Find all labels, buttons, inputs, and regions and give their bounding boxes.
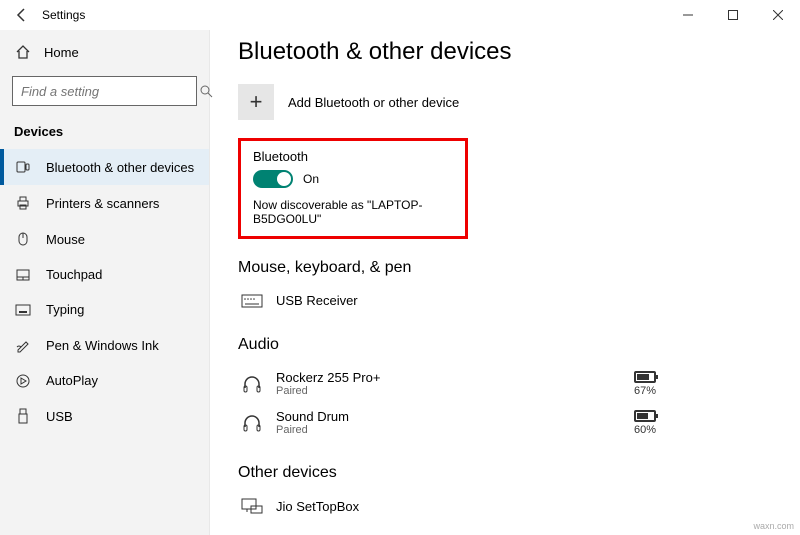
- maximize-button[interactable]: [710, 0, 755, 30]
- battery-icon: [634, 410, 656, 422]
- close-button[interactable]: [755, 0, 800, 30]
- sidebar-item-label: Touchpad: [46, 267, 102, 282]
- page-title: Bluetooth & other devices: [238, 38, 776, 66]
- bluetooth-label: Bluetooth: [253, 149, 453, 164]
- section-title-audio: Audio: [238, 336, 776, 354]
- window-controls: [665, 0, 800, 30]
- window-title: Settings: [42, 8, 85, 22]
- sidebar-item-typing[interactable]: Typing: [0, 292, 209, 327]
- sidebar-item-pen[interactable]: Pen & Windows Ink: [0, 327, 209, 363]
- sidebar-item-autoplay[interactable]: AutoPlay: [0, 363, 209, 398]
- mouse-icon: [14, 231, 32, 247]
- device-status: Paired: [276, 424, 634, 436]
- search-box[interactable]: [12, 76, 197, 106]
- section-title-other: Other devices: [238, 464, 776, 482]
- device-row[interactable]: Sound Drum Paired 60%: [238, 403, 776, 442]
- watermark: waxn.com: [753, 521, 794, 531]
- device-name: Jio SetTopBox: [276, 499, 776, 514]
- bluetooth-discoverable-text: Now discoverable as "LAPTOP-B5DGO0LU": [253, 198, 453, 226]
- add-device-label: Add Bluetooth or other device: [288, 95, 459, 110]
- sidebar-item-label: Typing: [46, 302, 84, 317]
- battery-percent: 60%: [634, 424, 656, 436]
- sidebar-item-label: Bluetooth & other devices: [46, 160, 194, 175]
- home-icon: [14, 44, 32, 60]
- autoplay-icon: [14, 374, 32, 388]
- sidebar-section-header: Devices: [0, 120, 209, 149]
- sidebar-item-label: Pen & Windows Ink: [46, 338, 159, 353]
- bluetooth-highlight-block: Bluetooth On Now discoverable as "LAPTOP…: [238, 138, 468, 239]
- home-link[interactable]: Home: [0, 38, 209, 66]
- section-title-mkp: Mouse, keyboard, & pen: [238, 259, 776, 277]
- settop-icon: [238, 498, 266, 514]
- battery-indicator: 67%: [634, 371, 656, 397]
- device-row[interactable]: Rockerz 255 Pro+ Paired 67%: [238, 364, 776, 403]
- device-name: Sound Drum: [276, 409, 634, 424]
- receiver-icon: [238, 294, 266, 308]
- sidebar-item-touchpad[interactable]: Touchpad: [0, 257, 209, 292]
- battery-icon: [634, 371, 656, 383]
- device-status: Paired: [276, 385, 634, 397]
- battery-indicator: 60%: [634, 410, 656, 436]
- device-row[interactable]: USB Receiver: [238, 287, 776, 314]
- device-row[interactable]: Jio SetTopBox: [238, 492, 776, 520]
- bluetooth-icon: [14, 159, 32, 175]
- printer-icon: [14, 195, 32, 211]
- bluetooth-toggle[interactable]: [253, 170, 293, 188]
- sidebar-item-bluetooth[interactable]: Bluetooth & other devices: [0, 149, 209, 185]
- headphones-icon: [238, 413, 266, 433]
- sidebar-item-label: AutoPlay: [46, 373, 98, 388]
- search-input[interactable]: [21, 84, 199, 99]
- sidebar-item-label: Printers & scanners: [46, 196, 159, 211]
- main-content: Bluetooth & other devices + Add Bluetoot…: [210, 30, 800, 535]
- usb-icon: [14, 408, 32, 424]
- sidebar: Home Devices Bluetooth & other devices P…: [0, 30, 210, 535]
- plus-icon: +: [238, 84, 274, 120]
- back-button[interactable]: [10, 3, 34, 27]
- touchpad-icon: [14, 268, 32, 282]
- headphones-icon: [238, 374, 266, 394]
- bluetooth-toggle-state: On: [303, 172, 319, 186]
- add-device-button[interactable]: + Add Bluetooth or other device: [238, 84, 776, 120]
- battery-percent: 67%: [634, 385, 656, 397]
- keyboard-icon: [14, 304, 32, 316]
- sidebar-item-label: Mouse: [46, 232, 85, 247]
- sidebar-item-mouse[interactable]: Mouse: [0, 221, 209, 257]
- pen-icon: [14, 337, 32, 353]
- sidebar-item-label: USB: [46, 409, 73, 424]
- sidebar-item-usb[interactable]: USB: [0, 398, 209, 434]
- minimize-button[interactable]: [665, 0, 710, 30]
- device-name: Rockerz 255 Pro+: [276, 370, 634, 385]
- device-name: USB Receiver: [276, 293, 776, 308]
- home-label: Home: [44, 45, 79, 60]
- sidebar-item-printers[interactable]: Printers & scanners: [0, 185, 209, 221]
